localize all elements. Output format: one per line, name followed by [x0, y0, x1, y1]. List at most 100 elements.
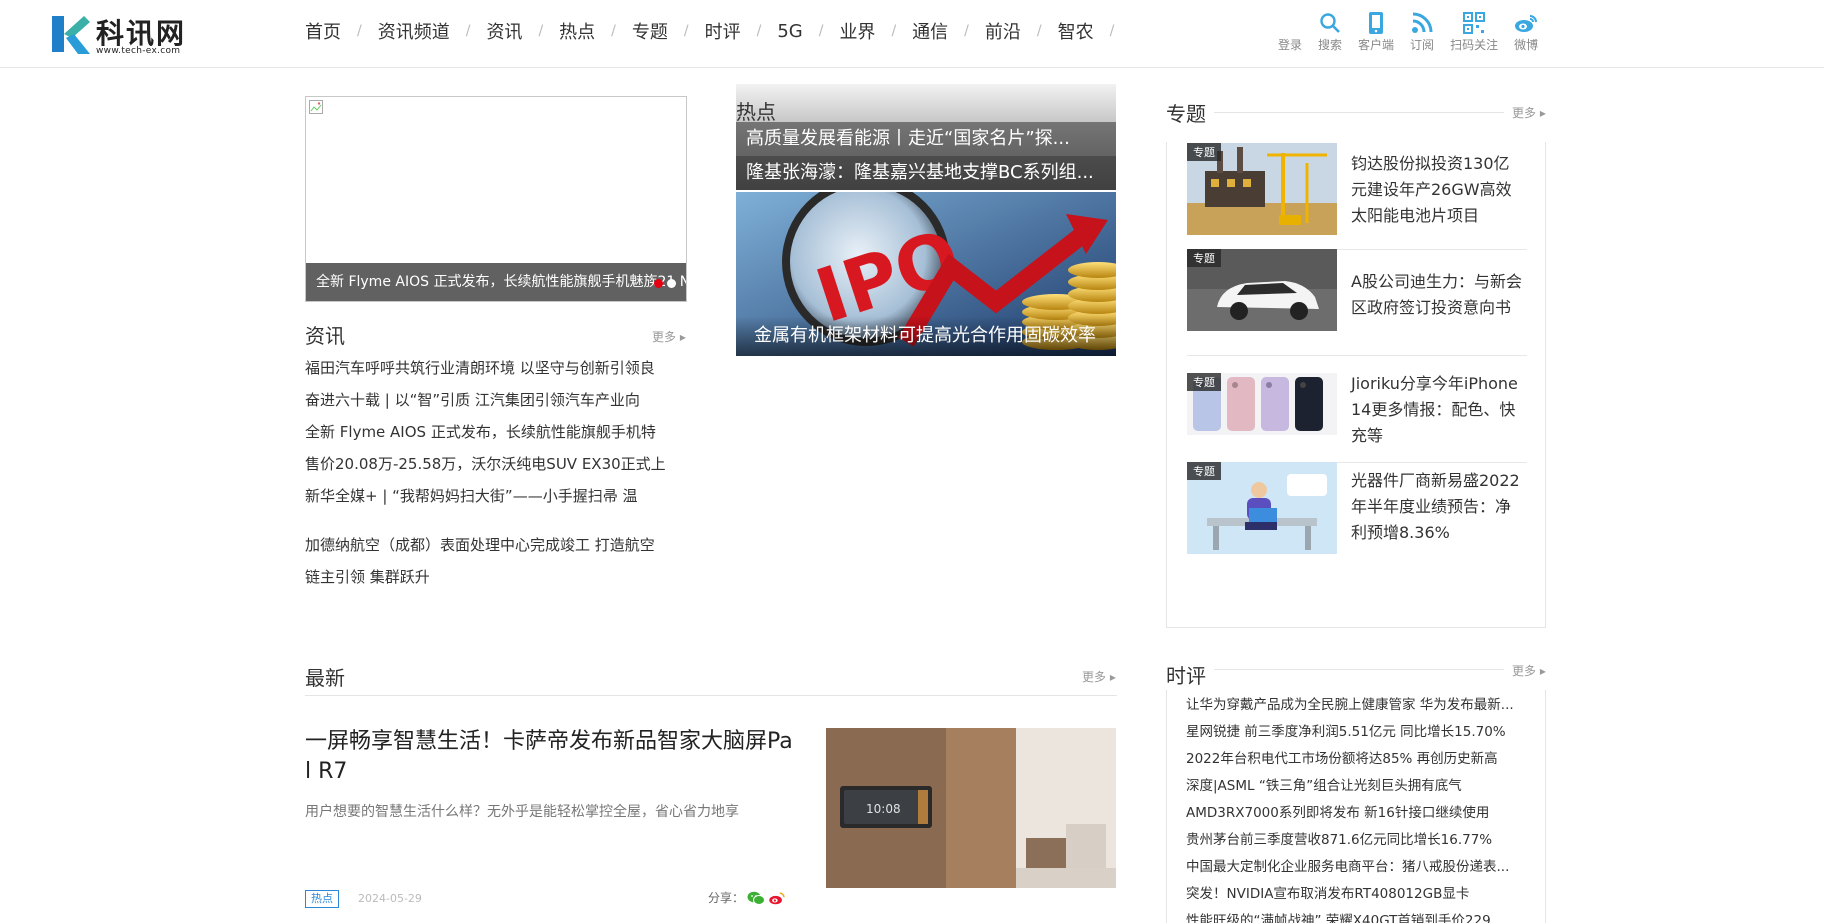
- list-item[interactable]: 突发！NVIDIA宣布取消发布RT408012GB显卡: [1186, 881, 1526, 908]
- topic-tag: 专题: [1187, 462, 1221, 480]
- list-item[interactable]: 深度|ASML “铁三角”组合让光刻巨头拥有底气: [1186, 773, 1526, 800]
- section-divider: [1214, 669, 1504, 670]
- nav-item-5g[interactable]: 5G: [777, 21, 802, 42]
- tool-label: 登录: [1278, 38, 1303, 52]
- nav-separator: /: [1109, 23, 1115, 39]
- topic-item[interactable]: 专题 光器件厂商新易盛2022年半年度业绩预告：净利预增8.36%: [1187, 462, 1527, 554]
- tool-label: 订阅: [1410, 38, 1435, 52]
- nav-item-frontier[interactable]: 前沿: [985, 18, 1021, 44]
- list-item[interactable]: 让华为穿戴产品成为全民腕上健康管家 华为发布最新...: [1186, 692, 1526, 719]
- tool-search[interactable]: 搜索: [1318, 10, 1342, 53]
- site-logo[interactable]: 科讯网 www.tech-ex.com: [50, 10, 200, 56]
- weibo-icon: [1514, 10, 1538, 36]
- article-title[interactable]: 一屏畅享智慧生活！卡萨帝发布新品智家大脑屏Pal R7: [305, 727, 795, 787]
- nav-item-news[interactable]: 资讯: [486, 18, 522, 44]
- nav-separator: /: [1036, 23, 1042, 39]
- list-item[interactable]: 链主引领 集群跃升: [305, 561, 685, 593]
- hot-headline[interactable]: 隆基张海濛：隆基嘉兴基地支撑BC系列组...: [736, 156, 1116, 190]
- news-more-link[interactable]: 更多 ▸: [652, 328, 686, 345]
- wechat-icon[interactable]: [747, 891, 766, 905]
- slider-dot[interactable]: [654, 279, 663, 288]
- search-icon: [1319, 10, 1341, 36]
- share-label: 分享：: [708, 891, 745, 905]
- tool-label: 客户端: [1358, 38, 1395, 52]
- list-item[interactable]: 全新 Flyme AIOS 正式发布，长续航性能旗舰手机特: [305, 416, 685, 448]
- nav-item-comments[interactable]: 时评: [705, 18, 741, 44]
- list-item[interactable]: 新华全媒+ | “我帮妈妈扫大街”——小手握扫帚 温: [305, 480, 685, 512]
- topic-title[interactable]: 光器件厂商新易盛2022年半年度业绩预告：净利预增8.36%: [1351, 468, 1523, 546]
- topic-title[interactable]: A股公司迪生力：与新会区政府签订投资意向书: [1351, 269, 1523, 321]
- list-item[interactable]: 奋进六十载 | 以“智”引质 江汽集团引领汽车产业向: [305, 384, 685, 416]
- topic-title[interactable]: Jioriku分享今年iPhone 14更多情报：配色、快充等: [1351, 371, 1523, 449]
- list-item[interactable]: AMD3RX7000系列即将发布 新16针接口继续使用: [1186, 800, 1526, 827]
- qrcode-icon: [1463, 10, 1486, 36]
- main-nav: 首页 / 资讯频道 / 资讯 / 热点 / 专题 / 时评 / 5G / 业界 / 通信 / 前沿…: [305, 16, 1130, 46]
- nav-item-hot[interactable]: 热点: [559, 18, 595, 44]
- hot-headline[interactable]: 高质量发展看能源丨走近“国家名片”探...: [736, 122, 1116, 156]
- topic-tag: 专题: [1187, 373, 1221, 391]
- nav-separator: /: [357, 23, 362, 39]
- news-list: 福田汽车呼呼共筑行业清朗环境 以坚守与创新引领良 奋进六十载 | 以“智”引质 …: [305, 352, 685, 593]
- tool-label: 搜索: [1318, 38, 1343, 52]
- list-item[interactable]: 贵州茅台前三季度营收871.6亿元同比增长16.77%: [1186, 827, 1526, 854]
- slider-dots: [654, 279, 676, 288]
- list-item[interactable]: 2022年台积电代工市场份额将达85% 再创历史新高: [1186, 746, 1526, 773]
- nav-item-news-channel[interactable]: 资讯频道: [378, 18, 450, 44]
- nav-item-topics[interactable]: 专题: [632, 18, 668, 44]
- nav-item-telecom[interactable]: 通信: [912, 18, 948, 44]
- topics-section-title: 专题: [1166, 102, 1206, 126]
- topic-item[interactable]: 专题 Jioriku分享今年iPhone 14更多情报：配色、快充等: [1187, 373, 1527, 465]
- hot-section-title: 热点: [736, 100, 776, 124]
- tool-label: 扫码关注: [1450, 38, 1499, 52]
- latest-more-link[interactable]: 更多 ▸: [1082, 668, 1116, 685]
- nav-separator: /: [818, 23, 824, 39]
- logo-url: www.tech-ex.com: [96, 46, 181, 56]
- tool-mobile-app[interactable]: 客户端: [1358, 10, 1394, 53]
- section-divider: [1214, 112, 1504, 113]
- slider-dot[interactable]: [667, 279, 676, 288]
- comments-more-link[interactable]: 更多 ▸: [1512, 662, 1546, 679]
- slider-caption[interactable]: 全新 Flyme AIOS 正式发布，长续航性能旗舰手机魅族21 Note 首销: [306, 263, 686, 301]
- list-item[interactable]: 售价20.08万-25.58万，沃尔沃纯电SUV EX30正式上: [305, 448, 685, 480]
- nav-item-industry[interactable]: 业界: [839, 18, 875, 44]
- share-bar: 分享：: [708, 889, 786, 906]
- section-divider: [305, 695, 1117, 696]
- latest-section-title: 最新: [305, 666, 345, 690]
- weibo-share-icon[interactable]: [768, 891, 786, 905]
- tool-login[interactable]: 登录: [1278, 10, 1302, 53]
- comments-section-header: 时评: [1166, 660, 1206, 689]
- news-section-header: 资讯: [305, 320, 345, 349]
- hot-image-caption[interactable]: 金属有机框架材料可提高光合作用固碳效率: [736, 316, 1116, 356]
- featured-slider[interactable]: 全新 Flyme AIOS 正式发布，长续航性能旗舰手机魅族21 Note 首销: [305, 96, 687, 302]
- article-date: 2024-05-29: [358, 892, 422, 905]
- topics-panel: 专题 钧达股份拟投资130亿元建设年产26GW高效太阳能电池片项目 专题 A股公…: [1166, 142, 1546, 628]
- nav-item-agri[interactable]: 智农: [1058, 18, 1094, 44]
- topic-tag: 专题: [1187, 249, 1221, 267]
- tool-qrcode[interactable]: 扫码关注: [1450, 10, 1498, 53]
- topic-title[interactable]: 钧达股份拟投资130亿元建设年产26GW高效太阳能电池片项目: [1351, 151, 1523, 229]
- article-image[interactable]: 10:08: [826, 728, 1116, 888]
- topic-item[interactable]: 专题 A股公司迪生力：与新会区政府签订投资意向书: [1187, 249, 1527, 341]
- nav-separator: /: [683, 23, 689, 39]
- broken-image-icon: [309, 100, 323, 114]
- more-label: 更多: [1512, 106, 1537, 120]
- list-item[interactable]: 性能旺级的“满帧战神” 荣耀X40GT首销到手价229...: [1186, 908, 1526, 923]
- tool-subscribe[interactable]: 订阅: [1410, 10, 1434, 53]
- screen-time-text: 10:08: [866, 802, 901, 816]
- more-label: 更多: [1512, 664, 1537, 678]
- nav-item-home[interactable]: 首页: [305, 18, 341, 44]
- list-item[interactable]: 加德纳航空（成都）表面处理中心完成竣工 打造航空: [305, 529, 685, 561]
- comments-section-title: 时评: [1166, 664, 1206, 688]
- hot-feature-image[interactable]: IPO 金属有机框架材料可提高光合作用固碳效率: [736, 192, 1116, 356]
- header-tools: 登录 搜索 客户端 订阅 扫码关注 微博: [1278, 10, 1554, 53]
- article-tag[interactable]: 热点: [305, 890, 339, 908]
- topic-item[interactable]: 专题 钧达股份拟投资130亿元建设年产26GW高效太阳能电池片项目: [1187, 143, 1527, 235]
- nav-separator: /: [891, 23, 897, 39]
- list-item[interactable]: 福田汽车呼呼共筑行业清朗环境 以坚守与创新引领良: [305, 352, 685, 384]
- list-item[interactable]: 星网锐捷 前三季度净利润5.51亿元 同比增长15.70%: [1186, 719, 1526, 746]
- topics-more-link[interactable]: 更多 ▸: [1512, 104, 1546, 121]
- nav-separator: /: [756, 23, 762, 39]
- news-section-title: 资讯: [305, 324, 345, 348]
- tool-weibo[interactable]: 微博: [1514, 10, 1538, 53]
- list-item[interactable]: 中国最大定制化企业服务电商平台：猪八戒股份递表...: [1186, 854, 1526, 881]
